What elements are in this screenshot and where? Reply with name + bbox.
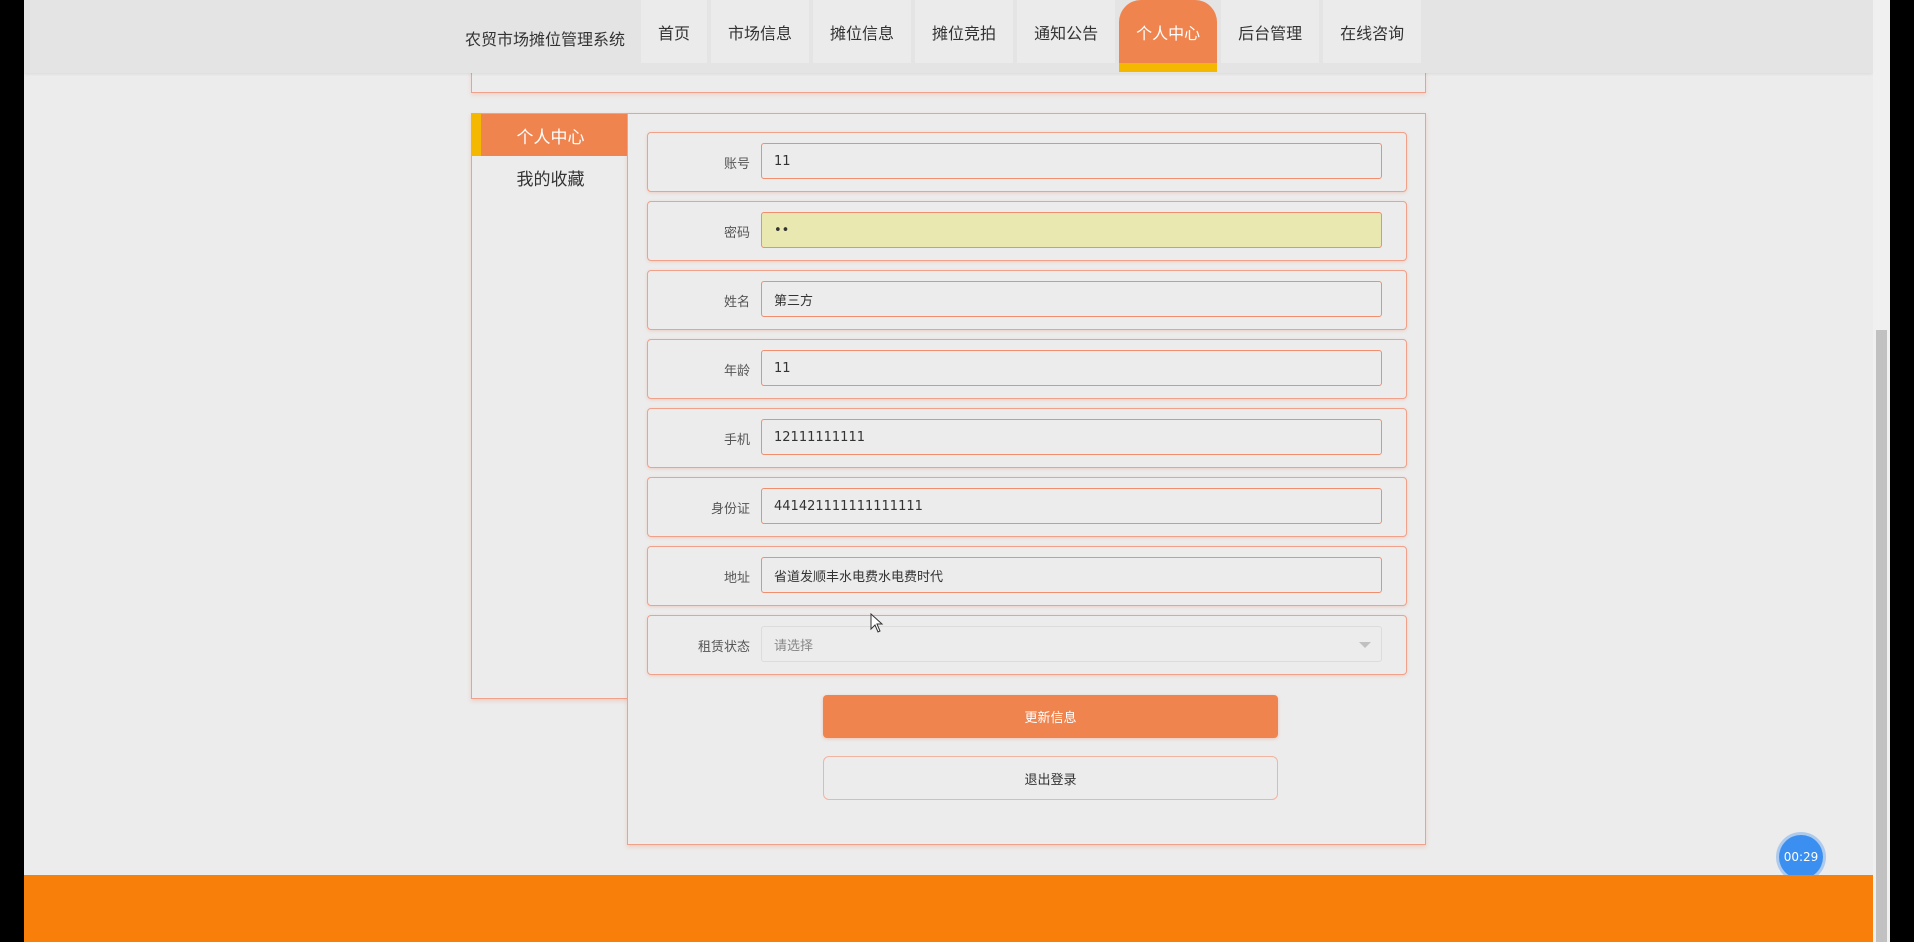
address-label: 地址: [723, 570, 750, 586]
password-label: 密码: [723, 225, 750, 241]
form-row-password: 密码: [647, 201, 1407, 261]
sidebar: 个人中心 我的收藏: [471, 113, 630, 699]
nav-stall-auction[interactable]: 摊位竞拍: [915, 0, 1014, 63]
top-navigation-bar: 农贸市场摊位管理系统 首页 市场信息 摊位信息 摊位竞拍 通知公告 个人中心 后…: [24, 0, 1873, 73]
main-nav: 首页 市场信息 摊位信息 摊位竞拍 通知公告 个人中心 后台管理 在线咨询: [641, 0, 1425, 73]
form-row-age: 年龄: [647, 339, 1407, 399]
name-input[interactable]: [761, 281, 1382, 317]
form-row-account: 账号: [647, 132, 1407, 192]
update-info-button[interactable]: 更新信息: [823, 695, 1278, 738]
browser-viewport: 农贸市场摊位管理系统 首页 市场信息 摊位信息 摊位竞拍 通知公告 个人中心 后…: [24, 0, 1873, 942]
site-brand: 农贸市场摊位管理系统: [465, 30, 626, 49]
nav-market-info[interactable]: 市场信息: [711, 0, 810, 63]
rental-status-label: 租赁状态: [697, 639, 750, 655]
sidebar-item-favorites[interactable]: 我的收藏: [472, 156, 629, 198]
phone-input[interactable]: [761, 419, 1382, 455]
timer-badge[interactable]: 00:29: [1779, 835, 1823, 879]
nav-home[interactable]: 首页: [641, 0, 708, 63]
form-row-rental-status: 租赁状态 请选择: [647, 615, 1407, 675]
rental-status-placeholder: 请选择: [774, 638, 814, 654]
sidebar-item-personal-center[interactable]: 个人中心: [472, 114, 629, 156]
address-input[interactable]: [761, 557, 1382, 593]
age-label: 年龄: [723, 363, 750, 379]
nav-notices[interactable]: 通知公告: [1017, 0, 1116, 63]
age-input[interactable]: [761, 350, 1382, 386]
nav-personal-center[interactable]: 个人中心: [1119, 0, 1218, 72]
form-row-address: 地址: [647, 546, 1407, 606]
nav-online-consult[interactable]: 在线咨询: [1323, 0, 1422, 63]
phone-label: 手机: [723, 432, 750, 448]
form-row-name: 姓名: [647, 270, 1407, 330]
scrollbar-thumb[interactable]: [1876, 330, 1887, 942]
account-input[interactable]: [761, 143, 1382, 179]
account-label: 账号: [723, 156, 750, 172]
nav-stall-info[interactable]: 摊位信息: [813, 0, 912, 63]
rental-status-select[interactable]: 请选择: [761, 626, 1382, 662]
mouse-cursor-icon: [870, 613, 884, 633]
id-card-label: 身份证: [710, 501, 750, 517]
password-input[interactable]: [761, 212, 1382, 248]
form-row-phone: 手机: [647, 408, 1407, 468]
footer: [24, 875, 1873, 942]
scrollbar[interactable]: [1873, 0, 1890, 942]
chevron-down-icon: [1359, 642, 1371, 648]
nav-admin[interactable]: 后台管理: [1221, 0, 1320, 63]
name-label: 姓名: [723, 294, 750, 310]
logout-button[interactable]: 退出登录: [823, 756, 1278, 800]
id-card-input[interactable]: [761, 488, 1382, 524]
profile-form-panel: 账号 密码 姓名 年龄 手机 身份证 地址 租赁状态: [627, 113, 1426, 845]
form-row-id-card: 身份证: [647, 477, 1407, 537]
